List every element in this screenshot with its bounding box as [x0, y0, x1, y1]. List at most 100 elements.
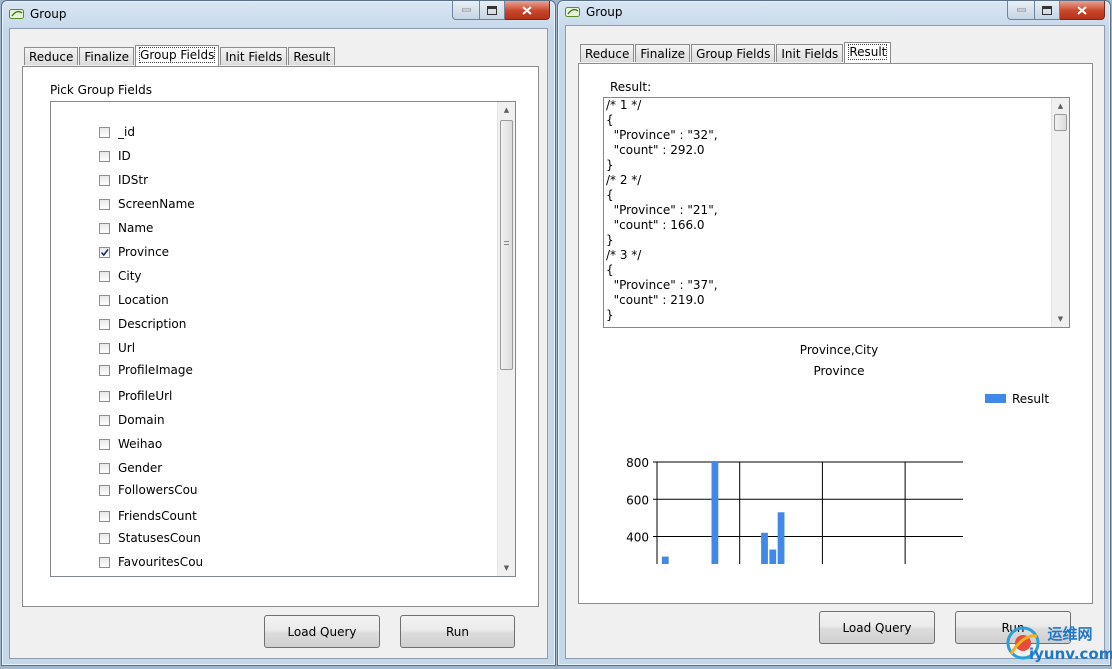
- legend-swatch: [985, 394, 1006, 403]
- minimize-button[interactable]: [452, 1, 480, 20]
- tab-reduce[interactable]: Reduce: [24, 47, 79, 65]
- field-checkbox-item[interactable]: ID: [99, 148, 131, 164]
- scroll-up-arrow-icon[interactable]: ▲: [1052, 98, 1069, 114]
- checkbox[interactable]: [99, 126, 110, 138]
- field-checkbox-item[interactable]: Domain: [99, 412, 165, 428]
- check-icon: [100, 248, 109, 256]
- checkbox[interactable]: [99, 222, 110, 234]
- field-label: ProfileUrl: [118, 389, 173, 403]
- field-checkbox-item[interactable]: StatusesCoun: [99, 530, 201, 546]
- field-checkbox-item[interactable]: FavouritesCou: [99, 554, 203, 570]
- field-list-scrollbar[interactable]: ▲ ▼: [497, 102, 515, 576]
- field-checkbox-item[interactable]: _id: [99, 124, 135, 140]
- maximize-button[interactable]: [1035, 1, 1060, 20]
- chart-bar: [777, 512, 785, 564]
- chart-grid: [653, 461, 963, 564]
- close-button[interactable]: [1060, 1, 1105, 20]
- tab-init-fields[interactable]: Init Fields: [220, 47, 288, 65]
- field-checkbox-item[interactable]: Location: [99, 292, 169, 308]
- field-checkbox-item[interactable]: ProfileUrl: [99, 388, 172, 404]
- checkbox[interactable]: [99, 198, 110, 210]
- tab-finalize[interactable]: Finalize: [79, 47, 135, 65]
- result-chart: Province,City Province 02004006008000102…: [626, 343, 1049, 564]
- result-line: "Province" : "32",: [606, 128, 718, 142]
- button-label: Load Query: [842, 620, 912, 635]
- right-window: Group Reduce Finalize Group Fields Init …: [557, 0, 1111, 666]
- tab-label: Reduce: [585, 47, 630, 61]
- checkbox[interactable]: [99, 174, 110, 186]
- result-line: "Province" : "37",: [606, 278, 718, 292]
- tab-label: Finalize: [84, 50, 130, 64]
- field-checkbox-item[interactable]: Gender: [99, 460, 162, 476]
- minimize-button[interactable]: [1007, 1, 1035, 20]
- tab-reduce[interactable]: Reduce: [580, 44, 635, 62]
- field-label: _id: [118, 125, 135, 139]
- checkbox[interactable]: [99, 462, 110, 474]
- field-checkbox-item[interactable]: Weihao: [99, 436, 162, 452]
- field-label: Domain: [118, 413, 165, 427]
- field-checkbox-item[interactable]: ProfileImage: [99, 362, 193, 378]
- checkbox[interactable]: [99, 390, 110, 402]
- maximize-icon: [487, 5, 497, 15]
- checkbox[interactable]: [99, 342, 110, 354]
- load-query-button[interactable]: Load Query: [264, 615, 380, 648]
- checkbox[interactable]: [99, 294, 110, 306]
- scroll-down-arrow-icon[interactable]: ▼: [498, 560, 515, 576]
- checkbox[interactable]: [99, 510, 110, 522]
- chart-bar: [761, 532, 768, 564]
- maximize-button[interactable]: [480, 1, 505, 20]
- field-label: FollowersCou: [118, 483, 198, 497]
- field-checkbox-item[interactable]: FriendsCount: [99, 508, 197, 524]
- scroll-thumb[interactable]: [500, 120, 513, 370]
- app-icon: [565, 7, 580, 17]
- checkbox[interactable]: [99, 414, 110, 426]
- chart-bars: [661, 462, 785, 564]
- result-scrollbar[interactable]: ▲ ▼: [1051, 98, 1069, 327]
- tab-group-fields[interactable]: Group Fields: [135, 45, 220, 66]
- left-window: Group Reduce Finalize Group Fields Init …: [1, 0, 556, 666]
- tab-group-fields[interactable]: Group Fields: [691, 44, 776, 62]
- result-label: Result:: [610, 80, 652, 94]
- field-checkbox-item[interactable]: Name: [99, 220, 153, 236]
- scroll-thumb[interactable]: [1054, 114, 1067, 131]
- field-checkbox-item[interactable]: FollowersCou: [99, 482, 198, 498]
- checkbox[interactable]: [99, 318, 110, 330]
- chart-axes: 02004006008000102030: [626, 456, 658, 564]
- tab-label: Init Fields: [225, 50, 283, 64]
- checkbox[interactable]: [99, 532, 110, 544]
- result-line: "count" : 292.0: [606, 143, 705, 157]
- tab-init-fields[interactable]: Init Fields: [776, 44, 844, 62]
- tab-result[interactable]: Result: [288, 47, 336, 65]
- checkbox[interactable]: [99, 364, 110, 376]
- field-checkbox-item[interactable]: IDStr: [99, 172, 148, 188]
- tab-label: Result: [293, 50, 331, 64]
- tab-label: Finalize: [640, 47, 686, 61]
- field-checkbox-item[interactable]: Description: [99, 316, 186, 332]
- field-checkbox-item[interactable]: ScreenName: [99, 196, 195, 212]
- close-icon: [1077, 5, 1087, 15]
- tab-finalize[interactable]: Finalize: [635, 44, 691, 62]
- run-button[interactable]: Run: [400, 615, 515, 648]
- checkbox[interactable]: [99, 556, 110, 568]
- right-tab-strip: Reduce Finalize Group Fields Init Fields…: [580, 41, 892, 63]
- checkbox[interactable]: [99, 150, 110, 162]
- field-checkbox-item[interactable]: Url: [99, 340, 135, 356]
- scroll-up-arrow-icon[interactable]: ▲: [498, 102, 515, 118]
- button-label: Load Query: [287, 624, 357, 639]
- field-checkbox-item[interactable]: City: [99, 268, 142, 284]
- chart-legend: Result: [985, 392, 1049, 406]
- result-textbox[interactable]: /* 1 */{ "Province" : "32", "count" : 29…: [603, 97, 1070, 328]
- checkbox[interactable]: [99, 438, 110, 450]
- tab-result[interactable]: Result: [844, 42, 892, 63]
- close-button[interactable]: [505, 1, 550, 20]
- chart-bar: [769, 549, 777, 564]
- checkbox[interactable]: [99, 270, 110, 282]
- checkbox[interactable]: [99, 484, 110, 496]
- scroll-down-arrow-icon[interactable]: ▼: [1052, 311, 1069, 327]
- checkbox-checked[interactable]: [99, 246, 110, 258]
- chart-bar: [711, 462, 719, 564]
- left-tab-strip: Reduce Finalize Group Fields Init Fields…: [24, 44, 336, 66]
- field-checkbox-item[interactable]: Province: [99, 244, 169, 260]
- group-fields-list[interactable]: _id ID IDStr ScreenName Name Province City Loca…: [50, 101, 516, 577]
- load-query-button[interactable]: Load Query: [819, 611, 935, 644]
